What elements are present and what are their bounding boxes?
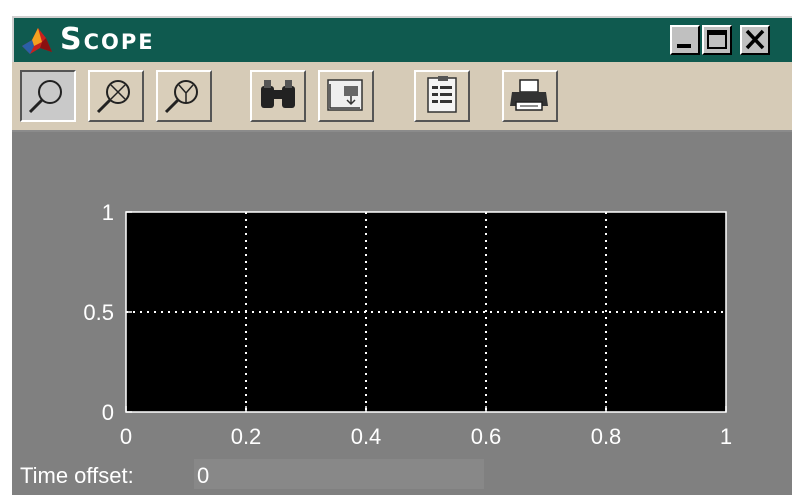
save-axes-icon <box>327 79 363 111</box>
maximize-icon <box>707 30 727 49</box>
zoom-y-button[interactable] <box>156 70 212 122</box>
zoom-button[interactable] <box>20 70 76 122</box>
print-button[interactable] <box>502 70 558 122</box>
magnifier-y-icon <box>164 80 198 114</box>
x-tick-label: 0.2 <box>231 424 262 449</box>
time-offset-label: Time offset: <box>20 463 134 488</box>
time-offset-value: 0 <box>197 463 210 488</box>
x-tick-label: 1 <box>720 424 732 449</box>
y-tick-label: 0.5 <box>83 300 114 325</box>
y-tick-label: 1 <box>102 200 114 225</box>
binoculars-icon <box>261 80 295 108</box>
minimize-icon <box>677 44 691 48</box>
plot-background <box>125 211 727 413</box>
plot-area[interactable]: 0 0.2 0.4 0.6 0.8 1 0 0.5 1 <box>12 132 792 495</box>
scope-axes[interactable]: 0 0.2 0.4 0.6 0.8 1 0 0.5 1 <box>12 132 792 453</box>
time-offset-field-background <box>194 459 484 489</box>
parameters-icon <box>427 76 457 113</box>
printer-icon <box>510 79 548 111</box>
scope-window: Scope 0 0.2 0.4 0.6 0.8 1 0 0.5 1 Time o… <box>12 16 792 495</box>
x-tick-label: 0.8 <box>591 424 622 449</box>
autoscale-button[interactable] <box>250 70 306 122</box>
x-tick-label: 0 <box>120 424 132 449</box>
matlab-membrane-icon <box>22 28 52 54</box>
status-bar: Time offset: 0 <box>12 453 792 495</box>
minimize-button[interactable] <box>670 25 700 55</box>
zoom-x-button[interactable] <box>88 70 144 122</box>
title-bar[interactable]: Scope <box>12 16 792 62</box>
y-tick-label: 0 <box>102 400 114 425</box>
save-axes-button[interactable] <box>318 70 374 122</box>
magnifier-x-icon <box>96 80 130 114</box>
parameters-button[interactable] <box>414 70 470 122</box>
window-title: Scope <box>60 22 155 57</box>
close-button[interactable] <box>740 25 770 55</box>
x-tick-label: 0.6 <box>471 424 502 449</box>
close-icon <box>745 29 765 50</box>
maximize-button[interactable] <box>702 25 732 55</box>
x-tick-label: 0.4 <box>351 424 382 449</box>
magnifier-icon <box>28 80 62 114</box>
toolbar <box>12 62 792 132</box>
